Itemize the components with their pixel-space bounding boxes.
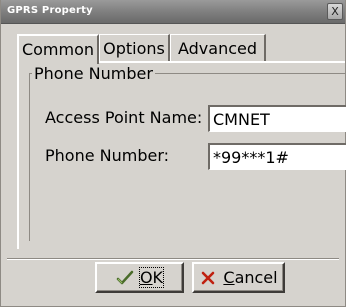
access-point-name-label: Access Point Name:: [45, 108, 203, 127]
close-button[interactable]: X: [327, 3, 343, 20]
close-icon: X: [331, 5, 339, 18]
ok-button[interactable]: OK: [95, 262, 184, 293]
cancel-button[interactable]: Cancel: [192, 262, 285, 293]
checkmark-icon: [116, 269, 134, 287]
tab-panel-common: Phone Number Access Point Name: Phone Nu…: [17, 61, 346, 249]
window-title: GPRS Property: [7, 5, 93, 16]
divider: [7, 258, 339, 260]
access-point-name-input[interactable]: [208, 105, 346, 132]
phone-number-input[interactable]: [208, 143, 346, 170]
tab-options[interactable]: Options: [99, 34, 170, 62]
cancel-label: Cancel: [223, 268, 278, 287]
x-mark-icon: [199, 269, 217, 287]
tab-common[interactable]: Common: [17, 34, 99, 64]
gprs-property-dialog: GPRS Property X Common Options Advanced …: [0, 0, 346, 307]
tab-advanced[interactable]: Advanced: [170, 34, 266, 62]
title-bar[interactable]: GPRS Property X: [1, 0, 345, 24]
ok-label: OK: [138, 267, 165, 288]
group-legend: Phone Number: [32, 64, 155, 83]
phone-number-label: Phone Number:: [45, 146, 170, 165]
phone-number-group: Access Point Name: Phone Number:: [29, 73, 346, 241]
